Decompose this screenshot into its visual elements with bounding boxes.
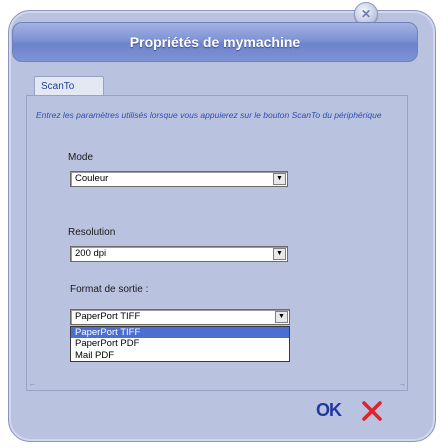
description-text: Entrez les paramètres utilisés lorsque v… — [36, 110, 382, 120]
chevron-down-icon[interactable]: ▼ — [273, 248, 286, 260]
dropdown-option[interactable]: Mail PDF — [71, 350, 289, 361]
mode-label: Mode — [68, 152, 94, 163]
resolution-label: Resolution — [68, 227, 116, 238]
mode-select[interactable]: Couleur ▼ — [70, 171, 288, 187]
dropdown-option[interactable]: PaperPort PDF — [71, 338, 289, 349]
resolution-select[interactable]: 200 dpi ▼ — [70, 246, 288, 262]
panel-corner-mark: ⌐ — [30, 380, 35, 389]
chevron-down-icon[interactable]: ▼ — [273, 173, 286, 185]
window-title: Propriétés de mymachine — [12, 22, 418, 62]
dropdown-option[interactable]: PaperPort TIFF — [71, 327, 289, 339]
format-dropdown-list: PaperPort TIFF PaperPort PDF Mail PDF — [70, 326, 290, 362]
cancel-button[interactable] — [361, 400, 383, 422]
format-label: Format de sortie : — [70, 284, 149, 295]
format-select[interactable]: PaperPort TIFF ▼ — [70, 309, 290, 325]
tab-scanto[interactable]: ScanTo — [34, 76, 104, 96]
format-select-value: PaperPort TIFF — [75, 311, 141, 322]
ok-button[interactable]: OK — [316, 400, 342, 421]
mode-select-value: Couleur — [75, 173, 109, 184]
resolution-select-value: 200 dpi — [75, 248, 107, 259]
chevron-down-icon[interactable]: ▼ — [275, 311, 288, 323]
panel-corner-mark: ¬ — [400, 380, 405, 389]
cancel-icon — [362, 401, 382, 421]
